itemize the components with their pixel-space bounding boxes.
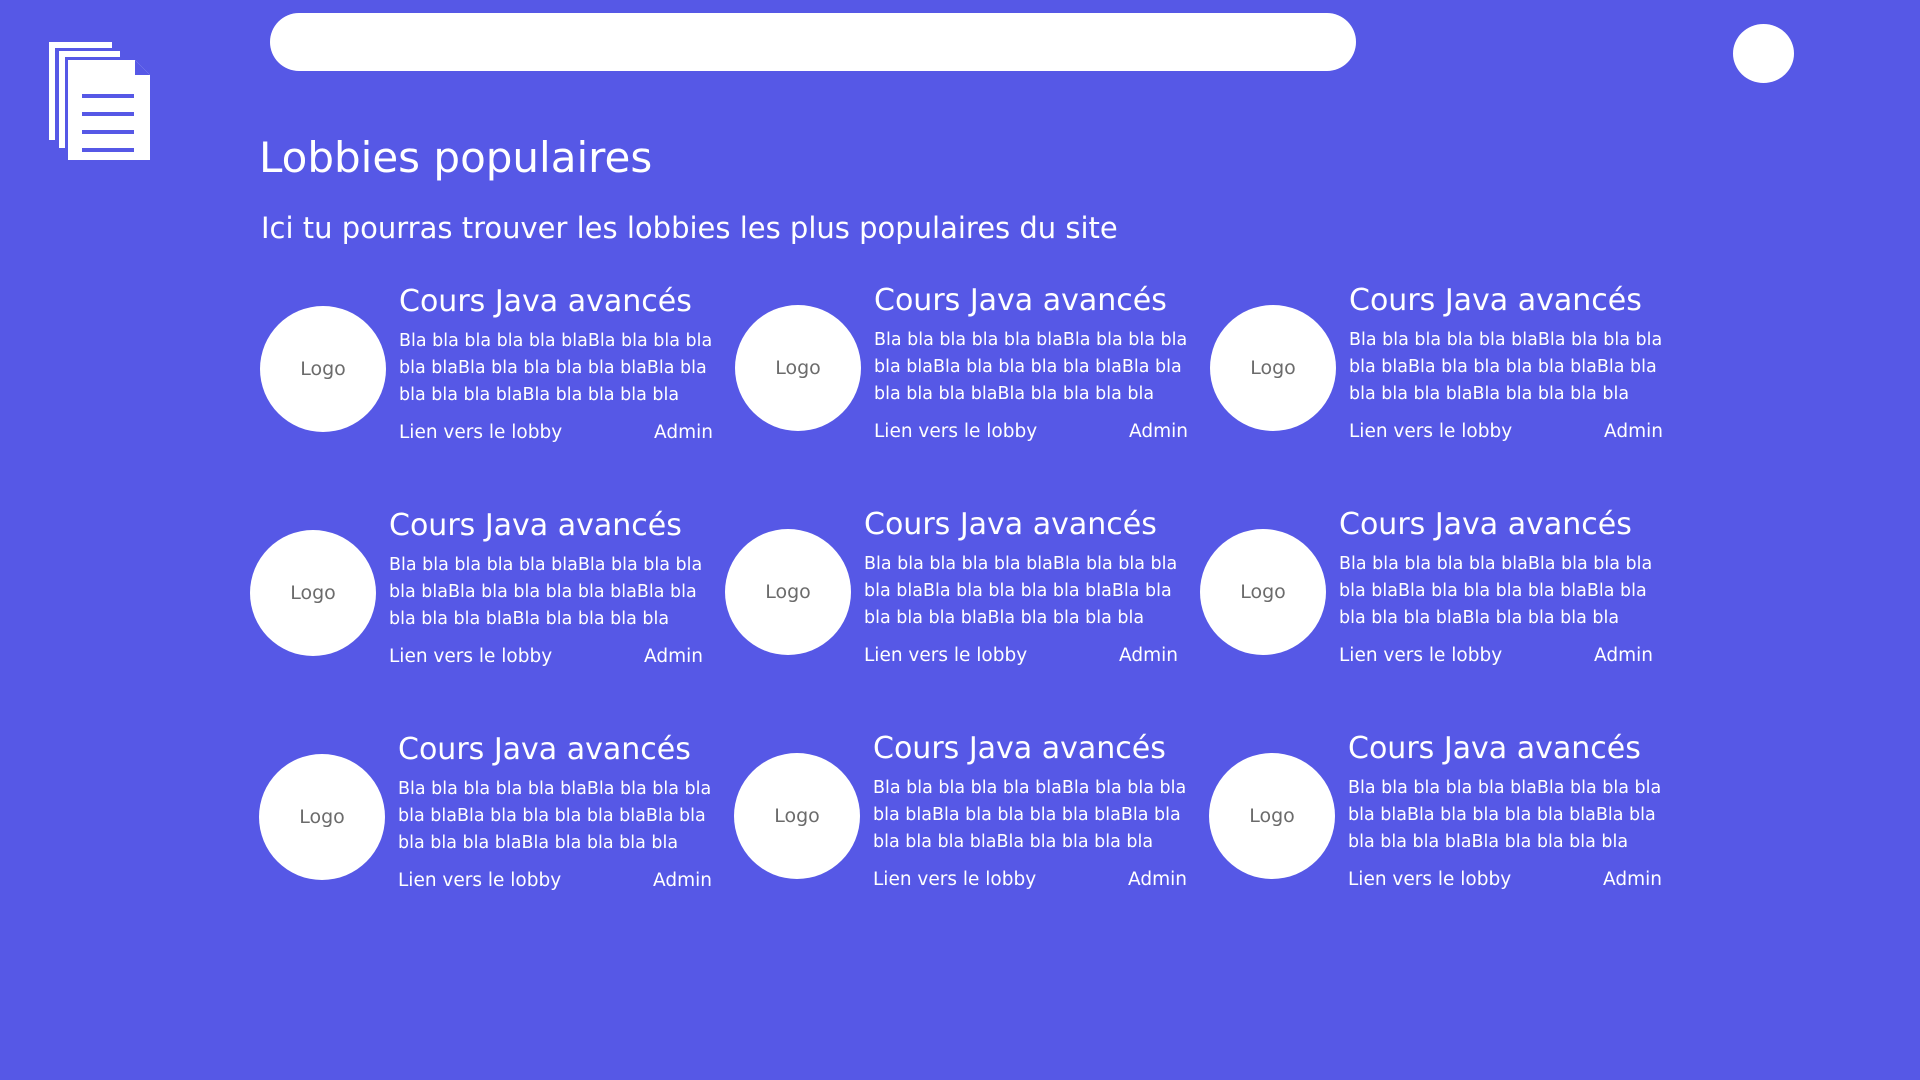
lobby-admin: Admin (654, 422, 713, 443)
lobby-description: Bla bla bla bla bla blaBla bla bla bla b… (1339, 554, 1653, 628)
lobby-title: Cours Java avancés (389, 508, 682, 543)
lobby-link[interactable]: Lien vers le lobby (399, 421, 562, 445)
lobby-description: Bla bla bla bla bla blaBla bla bla bla b… (399, 331, 713, 405)
lobby-admin: Admin (1603, 869, 1662, 890)
lobby-logo: Logo (1210, 305, 1336, 431)
lobby-logo: Logo (250, 530, 376, 656)
lobby-link[interactable]: Lien vers le lobby (389, 645, 552, 669)
lobby-title: Cours Java avancés (1348, 731, 1641, 766)
lobby-logo: Logo (1200, 529, 1326, 655)
lobby-card: Logo Cours Java avancés Bla bla bla bla … (259, 731, 729, 891)
lobby-description: Bla bla bla bla bla blaBla bla bla bla b… (1348, 778, 1662, 852)
lobby-description: Bla bla bla bla bla blaBla bla bla bla b… (874, 330, 1188, 404)
lobby-link[interactable]: Lien vers le lobby (1349, 420, 1512, 444)
lobby-card: Logo Cours Java avancés Bla bla bla bla … (250, 507, 720, 667)
lobby-card: Logo Cours Java avancés Bla bla bla bla … (260, 283, 730, 443)
lobby-card: Logo Cours Java avancés Bla bla bla bla … (735, 282, 1205, 442)
lobby-title: Cours Java avancés (399, 284, 692, 319)
page-subtitle: Ici tu pourras trouver les lobbies les p… (261, 211, 1118, 245)
documents-icon[interactable] (46, 38, 150, 160)
page-title: Lobbies populaires (259, 133, 653, 182)
lobby-title: Cours Java avancés (1349, 283, 1642, 318)
lobby-card: Logo Cours Java avancés Bla bla bla bla … (734, 730, 1204, 890)
lobby-admin: Admin (1594, 645, 1653, 666)
avatar[interactable] (1733, 24, 1794, 83)
lobby-card: Logo Cours Java avancés Bla bla bla bla … (1200, 506, 1670, 666)
lobby-card: Logo Cours Java avancés Bla bla bla bla … (725, 506, 1195, 666)
lobby-logo: Logo (1209, 753, 1335, 879)
lobby-admin: Admin (1604, 421, 1663, 442)
lobby-admin: Admin (1129, 421, 1188, 442)
lobby-description: Bla bla bla bla bla blaBla bla bla bla b… (864, 554, 1178, 628)
lobby-description: Bla bla bla bla bla blaBla bla bla bla b… (398, 779, 712, 853)
lobby-link[interactable]: Lien vers le lobby (1339, 644, 1502, 668)
lobby-description: Bla bla bla bla bla blaBla bla bla bla b… (873, 778, 1187, 852)
search-input[interactable] (270, 13, 1356, 71)
lobby-link[interactable]: Lien vers le lobby (874, 420, 1037, 444)
lobby-link[interactable]: Lien vers le lobby (398, 869, 561, 893)
lobby-title: Cours Java avancés (874, 283, 1167, 318)
lobby-admin: Admin (653, 870, 712, 891)
lobby-card: Logo Cours Java avancés Bla bla bla bla … (1210, 282, 1680, 442)
lobby-logo: Logo (259, 754, 385, 880)
lobby-link[interactable]: Lien vers le lobby (864, 644, 1027, 668)
lobby-title: Cours Java avancés (1339, 507, 1632, 542)
lobby-logo: Logo (734, 753, 860, 879)
lobby-logo: Logo (735, 305, 861, 431)
lobby-title: Cours Java avancés (864, 507, 1157, 542)
lobby-admin: Admin (644, 646, 703, 667)
lobby-link[interactable]: Lien vers le lobby (873, 868, 1036, 892)
lobby-card: Logo Cours Java avancés Bla bla bla bla … (1209, 730, 1679, 890)
lobby-admin: Admin (1128, 869, 1187, 890)
lobby-description: Bla bla bla bla bla blaBla bla bla bla b… (1349, 330, 1663, 404)
lobby-admin: Admin (1119, 645, 1178, 666)
lobby-description: Bla bla bla bla bla blaBla bla bla bla b… (389, 555, 703, 629)
lobby-logo: Logo (725, 529, 851, 655)
lobby-link[interactable]: Lien vers le lobby (1348, 868, 1511, 892)
lobby-title: Cours Java avancés (398, 732, 691, 767)
lobby-title: Cours Java avancés (873, 731, 1166, 766)
lobby-logo: Logo (260, 306, 386, 432)
